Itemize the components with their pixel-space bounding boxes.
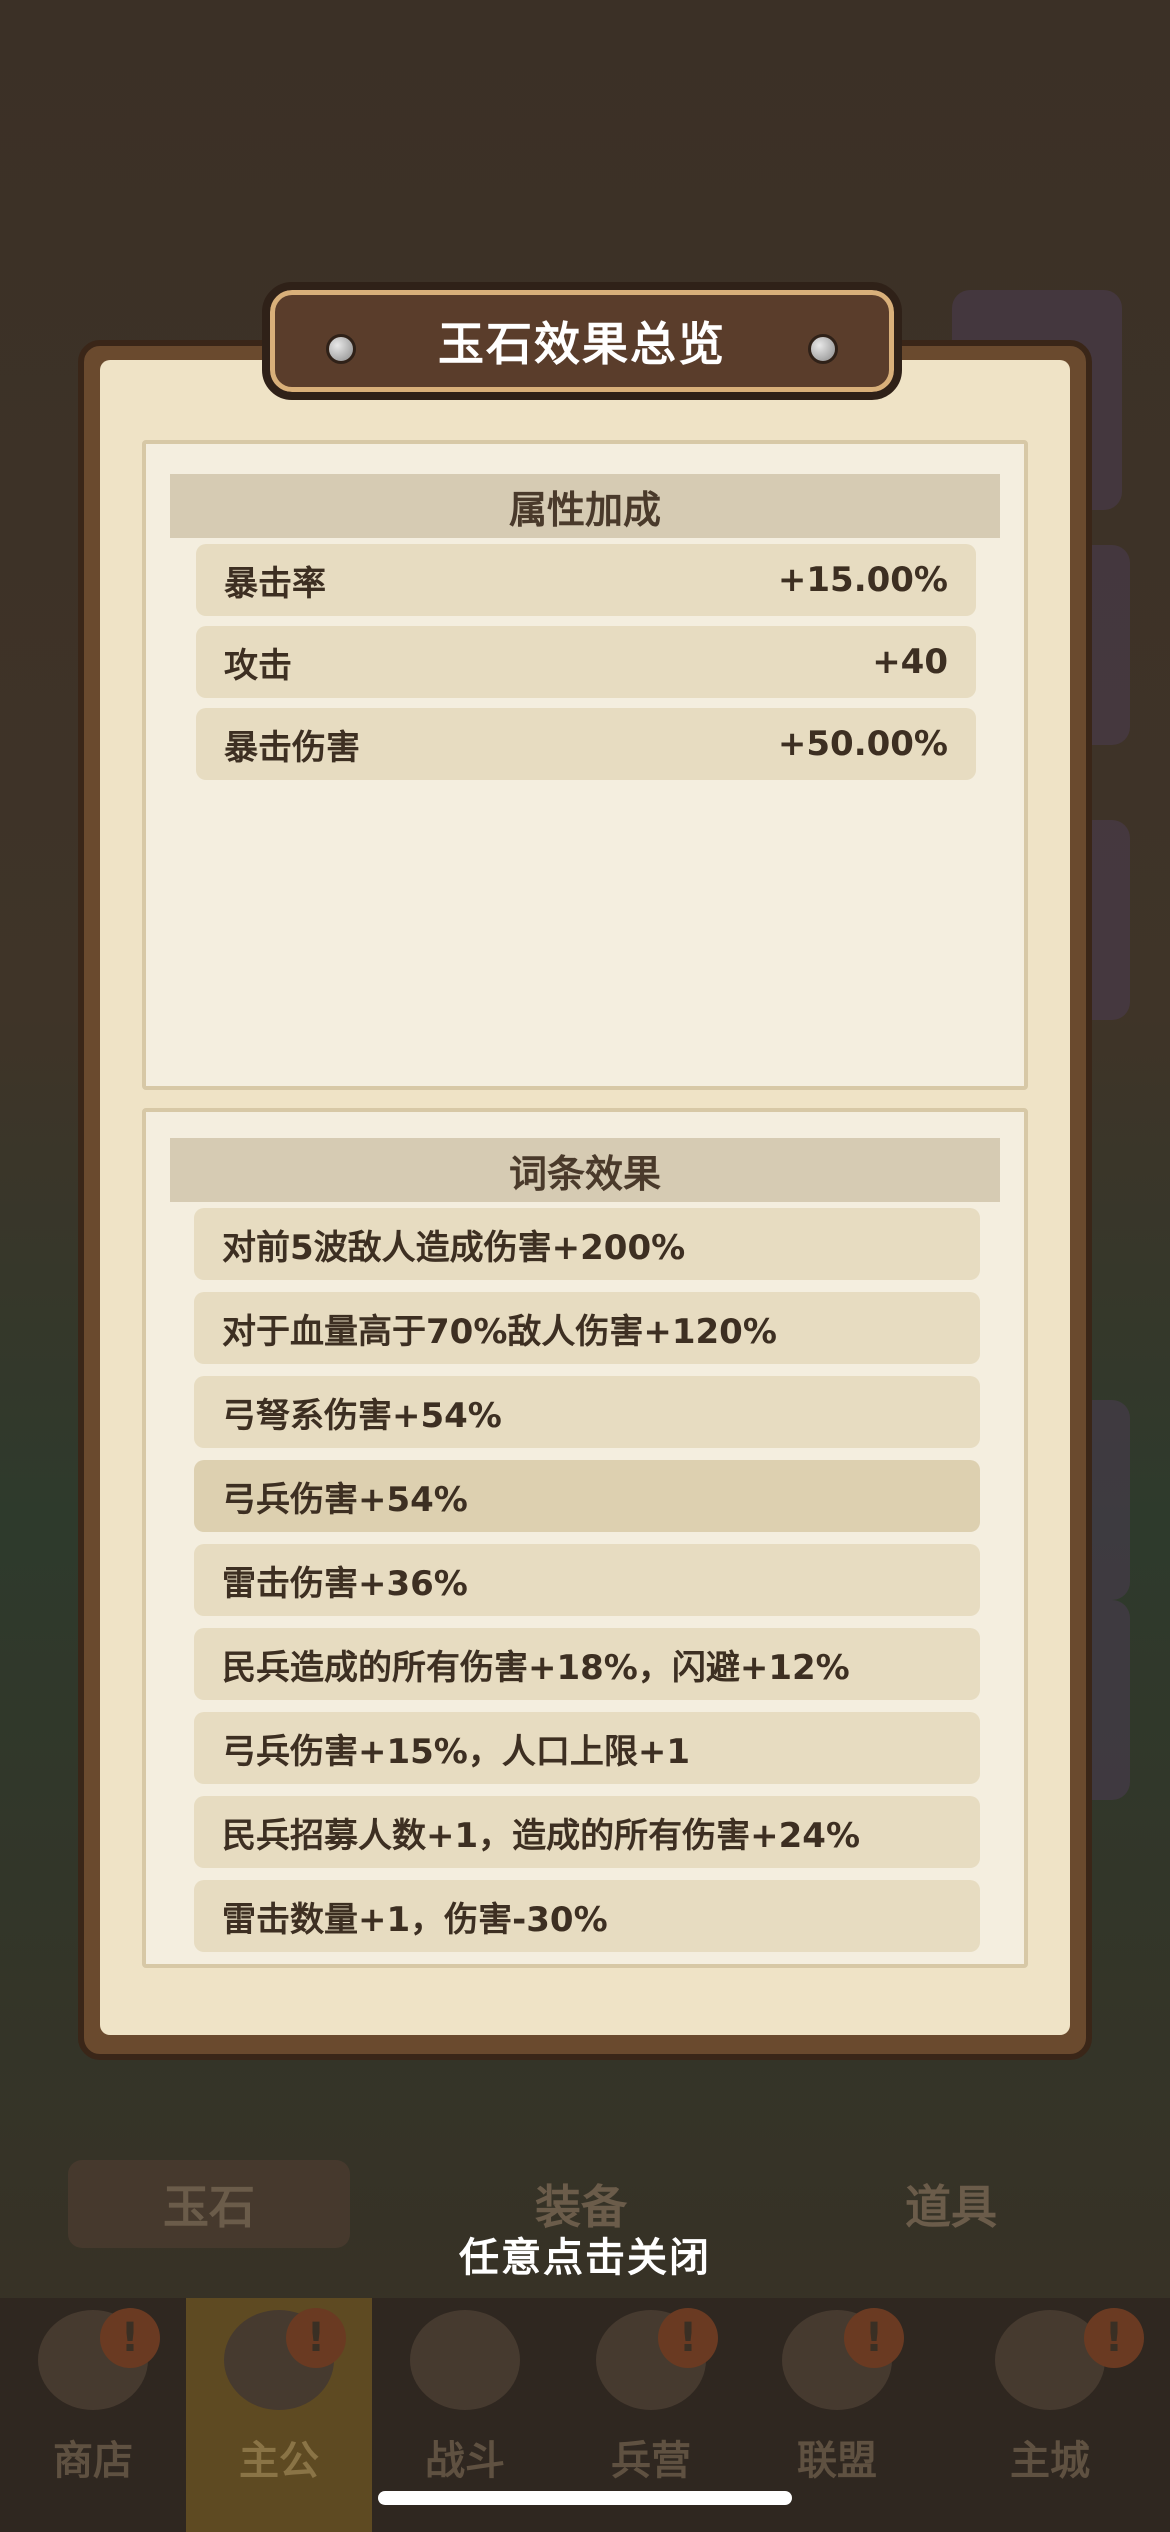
nav-lord[interactable]: 主公 ! [186, 2298, 372, 2532]
effect-row: 雷击伤害+36% [194, 1544, 980, 1616]
effect-row: 弓弩系伤害+54% [194, 1376, 980, 1448]
effect-row: 对前5波敌人造成伤害+200% [194, 1208, 980, 1280]
nav-label: 主城 [1010, 2438, 1090, 2484]
effect-row: 弓兵伤害+54% [194, 1460, 980, 1532]
alert-badge: ! [100, 2308, 160, 2368]
nav-label: 兵营 [611, 2438, 691, 2484]
section-header: 属性加成 [170, 474, 1000, 538]
attribute-row: 暴击伤害 +50.00% [196, 708, 976, 780]
attribute-value: +50.00% [777, 724, 948, 764]
modal-title-plate: 玉石效果总览 [262, 282, 902, 400]
modal-title: 玉石效果总览 [438, 317, 726, 371]
attribute-value: +40 [872, 642, 948, 682]
effect-row: 民兵造成的所有伤害+18%，闪避+12% [194, 1628, 980, 1700]
effect-row: 雷击数量+1，伤害-30% [194, 1880, 980, 1952]
nav-label: 主公 [239, 2438, 319, 2484]
attribute-label: 攻击 [224, 645, 292, 686]
alert-badge: ! [286, 2308, 346, 2368]
nav-label: 商店 [53, 2438, 133, 2484]
nav-shop[interactable]: 商店 ! [0, 2298, 186, 2532]
rivet-icon [808, 334, 838, 364]
effects-section[interactable]: 词条效果 对前5波敌人造成伤害+200% 对于血量高于70%敌人伤害+120% … [142, 1108, 1028, 1968]
battle-icon [410, 2310, 520, 2410]
section-header: 词条效果 [170, 1138, 1000, 1202]
alert-badge: ! [844, 2308, 904, 2368]
attribute-row: 攻击 +40 [196, 626, 976, 698]
effect-row: 对于血量高于70%敌人伤害+120% [194, 1292, 980, 1364]
attributes-section: 属性加成 暴击率 +15.00% 攻击 +40 暴击伤害 +50.00% [142, 440, 1028, 1090]
nav-city[interactable]: 主城 ! [930, 2298, 1170, 2532]
effect-row: 民兵招募人数+1，造成的所有伤害+24% [194, 1796, 980, 1868]
effect-row: 弓兵伤害+15%，人口上限+1 [194, 1712, 980, 1784]
alert-badge: ! [1084, 2308, 1144, 2368]
alert-badge: ! [658, 2308, 718, 2368]
attribute-label: 暴击伤害 [224, 727, 360, 768]
home-indicator[interactable] [378, 2491, 792, 2505]
close-hint[interactable]: 任意点击关闭 [0, 2225, 1170, 2283]
attribute-label: 暴击率 [224, 563, 326, 604]
nav-label: 战斗 [425, 2438, 505, 2484]
nav-label: 联盟 [797, 2438, 877, 2484]
attribute-row: 暴击率 +15.00% [196, 544, 976, 616]
attribute-value: +15.00% [777, 560, 948, 600]
